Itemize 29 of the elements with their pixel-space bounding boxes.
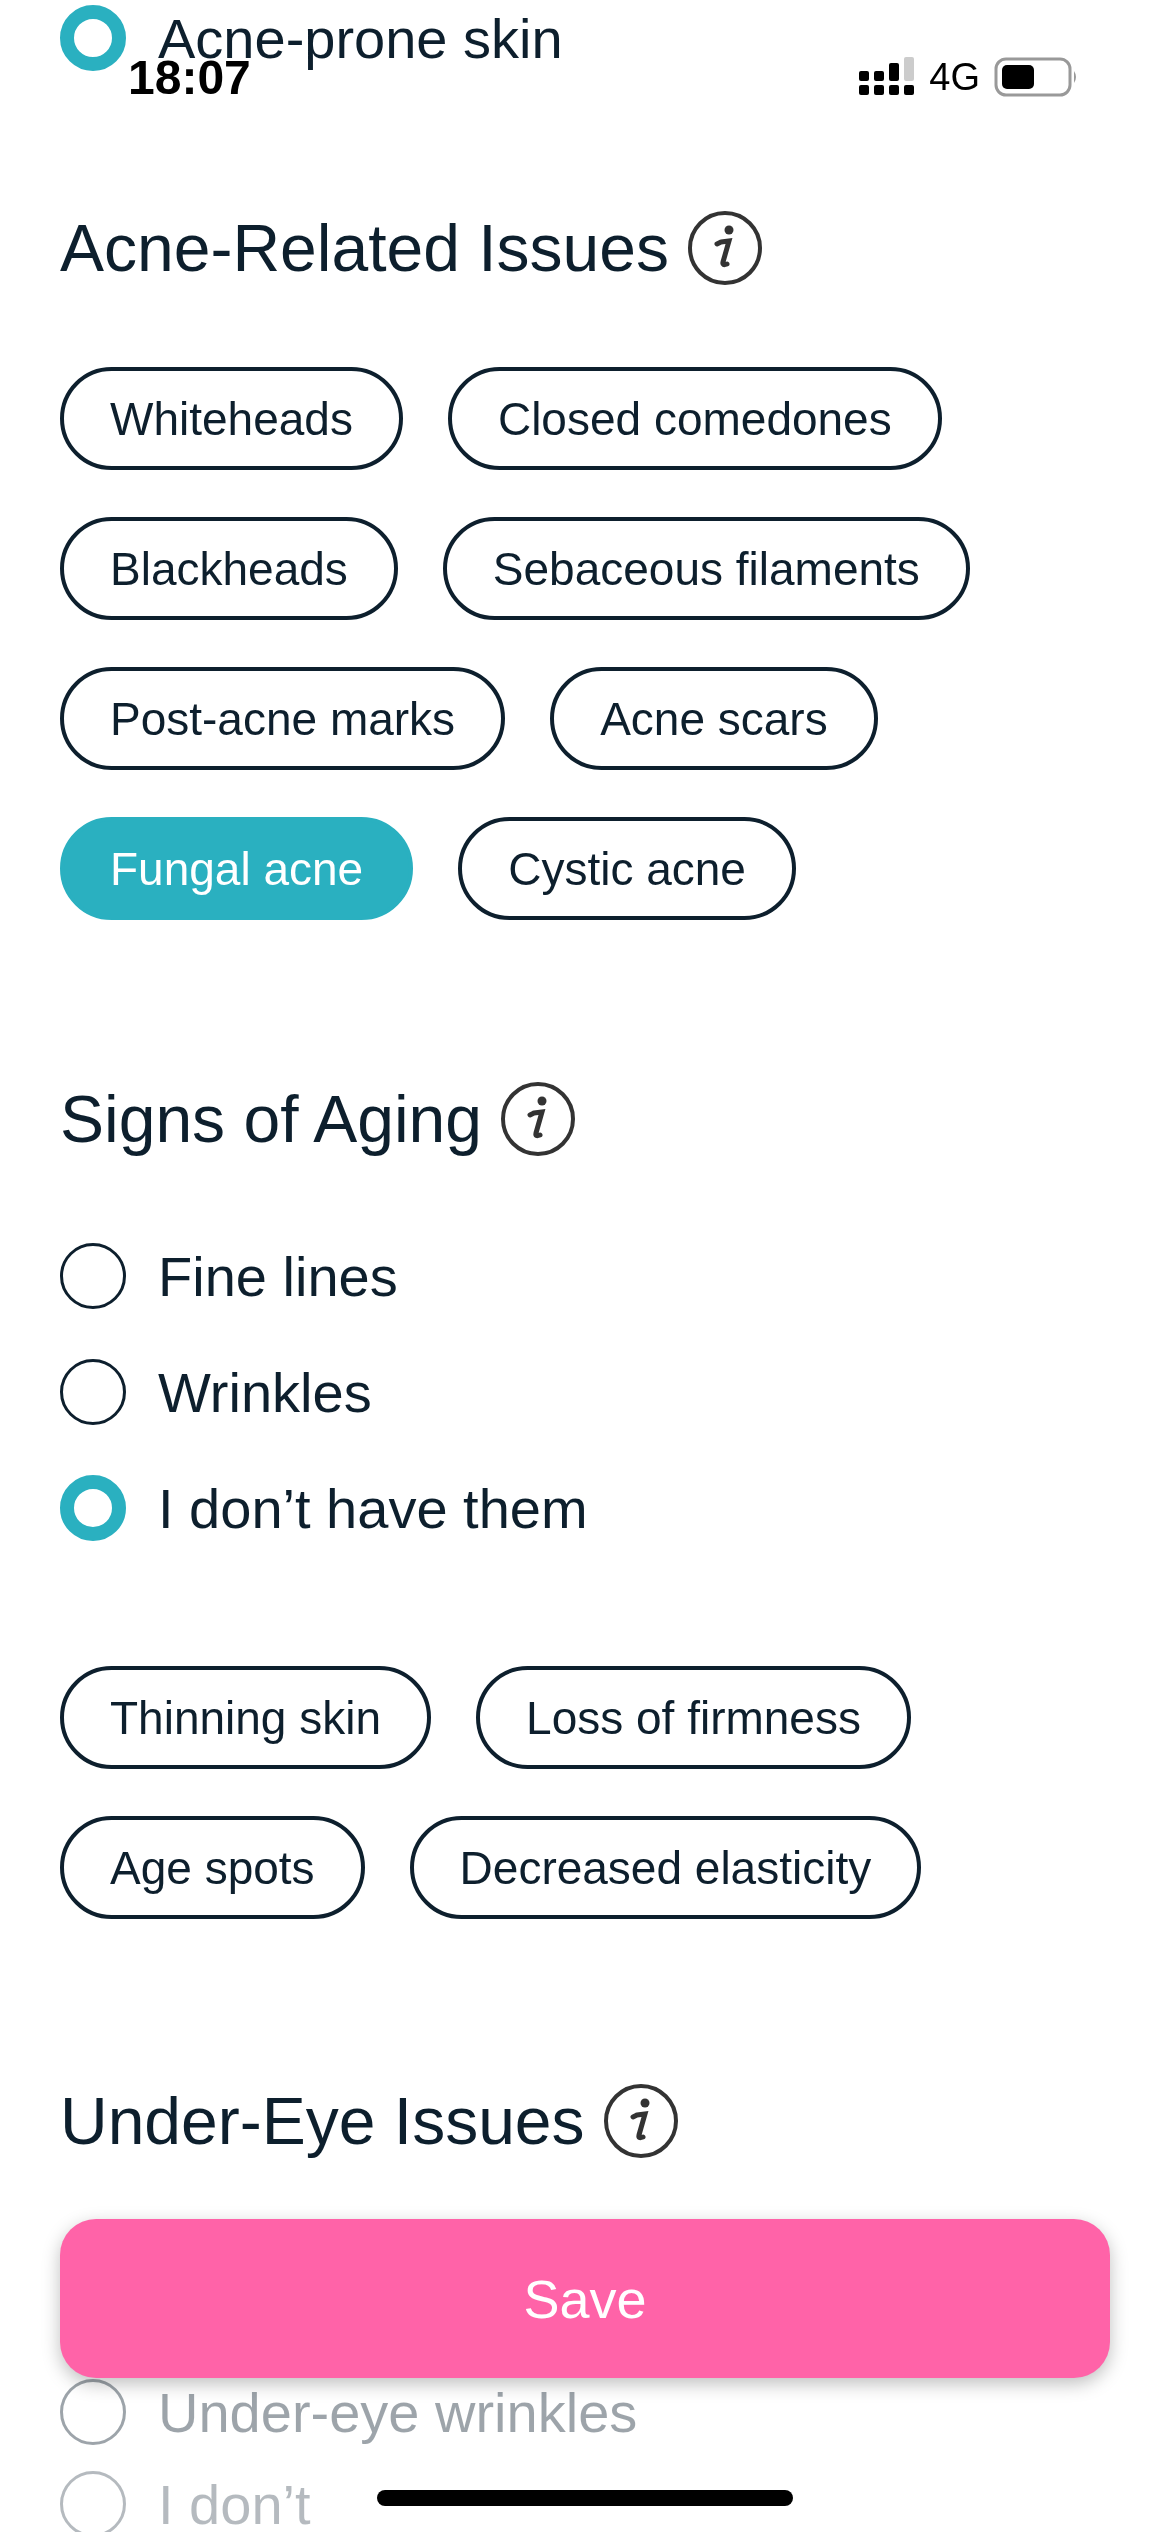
radio-button[interactable]	[60, 1475, 126, 1541]
section-title: Acne-Related Issues	[60, 210, 669, 286]
network-label: 4G	[929, 55, 980, 99]
tag-chip[interactable]: Age spots	[60, 1816, 365, 1919]
section-title: Under-Eye Issues	[60, 2083, 585, 2159]
option-label: I don’t have them	[158, 1475, 588, 1541]
option-label: I don’t	[158, 2471, 311, 2532]
section-title: Signs of Aging	[60, 1081, 482, 1157]
radio-button[interactable]	[60, 1359, 126, 1425]
tag-chip[interactable]: Closed comedones	[447, 367, 942, 470]
tag-chip[interactable]: Acne scars	[550, 667, 878, 770]
tag-chip[interactable]: Whiteheads	[60, 367, 403, 470]
info-icon[interactable]	[500, 1081, 576, 1157]
tag-chip[interactable]: Sebaceous filaments	[442, 517, 970, 620]
radio-button[interactable]	[60, 1243, 126, 1309]
tag-chip[interactable]: Loss of firmness	[476, 1666, 911, 1769]
radio-button[interactable]	[60, 5, 126, 71]
option-label: Fine lines	[158, 1243, 398, 1309]
signal-icon	[859, 57, 916, 97]
tag-chip[interactable]: Post-acne marks	[60, 667, 506, 770]
info-icon[interactable]	[602, 2083, 679, 2159]
tag-chip[interactable]: Decreased elasticity	[409, 1816, 922, 1919]
tag-chip[interactable]: Cystic acne	[458, 817, 796, 920]
info-icon[interactable]	[687, 210, 763, 286]
tag-chip[interactable]: Blackheads	[60, 517, 398, 620]
option-label: Wrinkles	[158, 1359, 372, 1425]
tag-chip[interactable]: Thinning skin	[60, 1666, 432, 1769]
option-label: Under-eye wrinkles	[158, 2379, 638, 2445]
battery-icon	[994, 57, 1078, 97]
